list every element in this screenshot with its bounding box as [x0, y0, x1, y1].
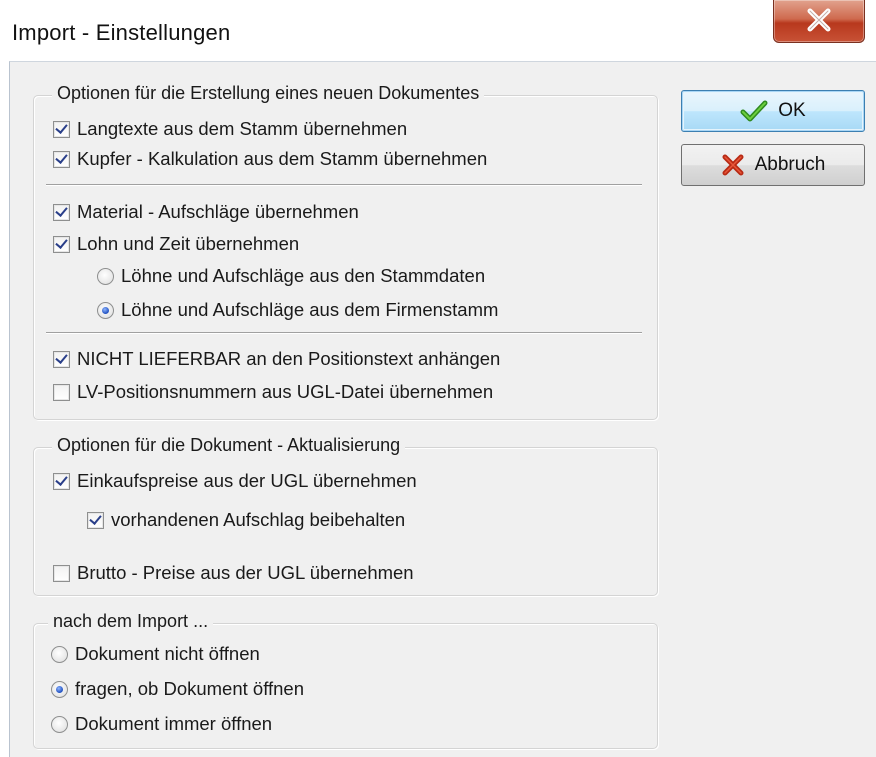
cancel-label: Abbruch — [754, 154, 826, 175]
close-button[interactable] — [773, 0, 865, 43]
loehne-stammdaten-label: Löhne und Aufschläge aus den Stammdaten — [121, 265, 486, 286]
langtexte-checkbox[interactable]: Langtexte aus dem Stamm übernehmen — [53, 117, 407, 141]
lv-positionsnummern-checkbox[interactable]: LV-Positionsnummern aus UGL-Datei überne… — [53, 380, 493, 404]
nicht-oeffnen-label: Dokument nicht öffnen — [75, 643, 260, 664]
radio-circle[interactable] — [51, 645, 68, 663]
title-bar: Import - Einstellungen — [0, 0, 876, 60]
group-new-document-title: Optionen für die Erstellung eines neuen … — [52, 83, 485, 104]
loehne-stammdaten-radio[interactable]: Löhne und Aufschläge aus den Stammdaten — [97, 264, 485, 288]
checkbox-box[interactable] — [53, 235, 70, 253]
nicht-lieferbar-label: NICHT LIEFERBAR an den Positionstext anh… — [77, 348, 501, 369]
material-checkbox[interactable]: Material - Aufschläge übernehmen — [53, 200, 359, 224]
checkbox-box[interactable] — [53, 203, 70, 221]
separator — [46, 332, 642, 334]
checkbox-box[interactable] — [53, 383, 70, 401]
lohn-zeit-checkbox[interactable]: Lohn und Zeit übernehmen — [53, 232, 299, 256]
fragen-radio[interactable]: fragen, ob Dokument öffnen — [51, 677, 304, 701]
dialog-body: Optionen für die Erstellung eines neuen … — [9, 61, 876, 757]
lohn-zeit-label: Lohn und Zeit übernehmen — [77, 233, 300, 254]
einkaufspreise-label: Einkaufspreise aus der UGL übernehmen — [77, 470, 417, 491]
radio-circle[interactable] — [51, 680, 68, 698]
immer-oeffnen-label: Dokument immer öffnen — [75, 713, 273, 734]
langtexte-label: Langtexte aus dem Stamm übernehmen — [77, 118, 408, 139]
checkbox-box[interactable] — [53, 120, 70, 138]
brutto-preise-checkbox[interactable]: Brutto - Preise aus der UGL übernehmen — [53, 561, 414, 585]
immer-oeffnen-radio[interactable]: Dokument immer öffnen — [51, 712, 272, 736]
loehne-firmenstamm-radio[interactable]: Löhne und Aufschläge aus dem Firmenstamm — [97, 298, 498, 322]
radio-circle[interactable] — [97, 301, 114, 319]
checkbox-box[interactable] — [87, 511, 104, 529]
checkbox-box[interactable] — [53, 564, 70, 582]
ok-label: OK — [778, 100, 806, 121]
lv-positionsnummern-label: LV-Positionsnummern aus UGL-Datei überne… — [77, 381, 494, 402]
checkmark-icon — [740, 99, 768, 123]
material-label: Material - Aufschläge übernehmen — [77, 201, 359, 222]
group-new-document — [33, 95, 658, 420]
cancel-button[interactable]: Abbruch — [681, 144, 865, 186]
close-icon — [807, 8, 831, 32]
nicht-lieferbar-checkbox[interactable]: NICHT LIEFERBAR an den Positionstext anh… — [53, 347, 500, 371]
checkbox-box[interactable] — [53, 472, 70, 490]
checkbox-box[interactable] — [53, 150, 70, 168]
separator — [46, 184, 642, 186]
radio-circle[interactable] — [51, 715, 68, 733]
loehne-firmenstamm-label: Löhne und Aufschläge aus dem Firmenstamm — [121, 299, 499, 320]
checkbox-box[interactable] — [53, 350, 70, 368]
einkaufspreise-checkbox[interactable]: Einkaufspreise aus der UGL übernehmen — [53, 469, 417, 493]
kupfer-checkbox[interactable]: Kupfer - Kalkulation aus dem Stamm übern… — [53, 147, 487, 171]
nicht-oeffnen-radio[interactable]: Dokument nicht öffnen — [51, 642, 260, 666]
aufschlag-beibehalten-checkbox[interactable]: vorhandenen Aufschlag beibehalten — [87, 508, 405, 532]
group-after-import-title: nach dem Import ... — [48, 611, 214, 632]
cross-icon — [721, 153, 745, 177]
window-title: Import - Einstellungen — [12, 20, 231, 45]
aufschlag-beibehalten-label: vorhandenen Aufschlag beibehalten — [111, 509, 406, 530]
brutto-preise-label: Brutto - Preise aus der UGL übernehmen — [77, 562, 414, 583]
radio-circle[interactable] — [97, 267, 114, 285]
group-update-title: Optionen für die Dokument - Aktualisieru… — [52, 435, 406, 456]
kupfer-label: Kupfer - Kalkulation aus dem Stamm übern… — [77, 148, 488, 169]
fragen-label: fragen, ob Dokument öffnen — [75, 678, 305, 699]
ok-button[interactable]: OK — [681, 90, 865, 132]
